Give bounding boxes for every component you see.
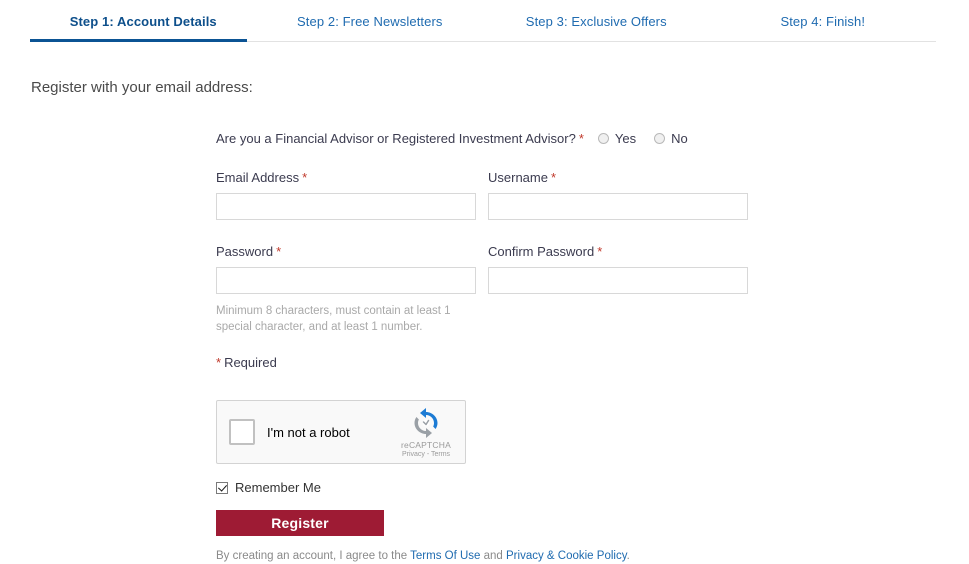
- recaptcha-legal-links[interactable]: Privacy - Terms: [395, 450, 457, 459]
- tab-step-3[interactable]: Step 3: Exclusive Offers: [483, 14, 710, 30]
- email-label-wrap: Email Address *: [216, 170, 476, 193]
- password-input-cell: [216, 267, 476, 294]
- email-input-cell: [216, 193, 476, 220]
- terms-of-use-link[interactable]: Terms Of Use: [410, 550, 480, 562]
- advisor-radio-yes-label: Yes: [614, 130, 637, 146]
- grid-row-gap: [476, 220, 488, 244]
- required-legend-text: Required: [224, 355, 277, 370]
- legal-disclaimer: By creating an account, I agree to the T…: [216, 548, 756, 564]
- username-required-asterisk: *: [550, 170, 557, 185]
- grid-spacer: [476, 170, 488, 193]
- confirm-password-required-asterisk: *: [597, 244, 603, 259]
- legal-prefix: By creating an account, I agree to the: [216, 550, 411, 562]
- advisor-radio-no-label: No: [671, 130, 688, 146]
- remember-me-label: Remember Me: [235, 480, 321, 495]
- confirm-password-label-wrap: Confirm Password *: [488, 244, 748, 267]
- radio-icon-yes[interactable]: [597, 132, 609, 144]
- password-input[interactable]: [216, 267, 476, 294]
- advisor-required-asterisk: *: [578, 130, 584, 146]
- recaptcha-widget[interactable]: I'm not a robot reCAPTCHA Privacy - Term…: [216, 400, 466, 464]
- required-legend-asterisk: *: [216, 355, 222, 370]
- register-button[interactable]: Register: [216, 510, 384, 536]
- advisor-radio-no[interactable]: No: [654, 131, 688, 146]
- radio-icon-no[interactable]: [654, 132, 666, 144]
- remember-me-row[interactable]: Remember Me: [216, 480, 756, 495]
- step-progress-bar: Step 1: Account Details Step 2: Free New…: [0, 0, 969, 44]
- remember-me-checkbox[interactable]: [216, 481, 228, 494]
- confirm-password-label: Confirm Password: [488, 244, 595, 259]
- grid-spacer: [476, 244, 488, 267]
- recaptcha-checkbox[interactable]: [229, 419, 255, 445]
- recaptcha-logo-icon: [414, 408, 438, 438]
- username-input[interactable]: [488, 193, 748, 220]
- username-input-cell: [488, 193, 748, 220]
- recaptcha-branding: reCAPTCHA Privacy - Terms: [395, 407, 457, 459]
- active-tab-indicator: [30, 39, 247, 42]
- recaptcha-brand-name: reCAPTCHA: [401, 440, 451, 450]
- advisor-question-row: Are you a Financial Advisor or Registere…: [216, 128, 756, 148]
- password-required-asterisk: *: [276, 244, 282, 259]
- page-title: Register with your email address:: [31, 79, 253, 96]
- password-hint-text: Minimum 8 characters, must contain at le…: [216, 305, 451, 333]
- email-input[interactable]: [216, 193, 476, 220]
- password-label-wrap: Password *: [216, 244, 476, 267]
- step-tabs: Step 1: Account Details Step 2: Free New…: [30, 14, 936, 30]
- tab-step-2[interactable]: Step 2: Free Newsletters: [257, 14, 484, 30]
- grid-row-gap: [216, 220, 476, 244]
- email-required-asterisk: *: [302, 170, 308, 185]
- tab-step-1[interactable]: Step 1: Account Details: [30, 14, 257, 30]
- legal-middle: and: [480, 550, 507, 562]
- username-label: Username: [488, 170, 548, 185]
- advisor-question-label: Are you a Financial Advisor or Registere…: [216, 130, 576, 146]
- password-label: Password: [216, 244, 274, 259]
- legal-suffix: .: [626, 550, 630, 562]
- tab-step-4[interactable]: Step 4: Finish!: [710, 14, 937, 30]
- registration-form: Are you a Financial Advisor or Registere…: [216, 128, 756, 564]
- privacy-policy-link[interactable]: Privacy & Cookie Policy: [506, 550, 627, 562]
- confirm-password-input-cell: [488, 267, 748, 294]
- advisor-radio-yes[interactable]: Yes: [597, 130, 637, 146]
- recaptcha-label: I'm not a robot: [267, 424, 350, 440]
- grid-spacer: [476, 193, 488, 220]
- email-label: Email Address: [216, 170, 300, 185]
- grid-spacer: [476, 267, 488, 294]
- form-fields-grid: Email Address * Username * Password * Confi…: [216, 170, 756, 294]
- grid-row-gap: [488, 220, 748, 244]
- required-legend: * Required: [216, 355, 756, 370]
- username-label-wrap: Username *: [488, 170, 748, 193]
- advisor-radio-group: Yes No: [597, 130, 706, 146]
- confirm-password-input[interactable]: [488, 267, 748, 294]
